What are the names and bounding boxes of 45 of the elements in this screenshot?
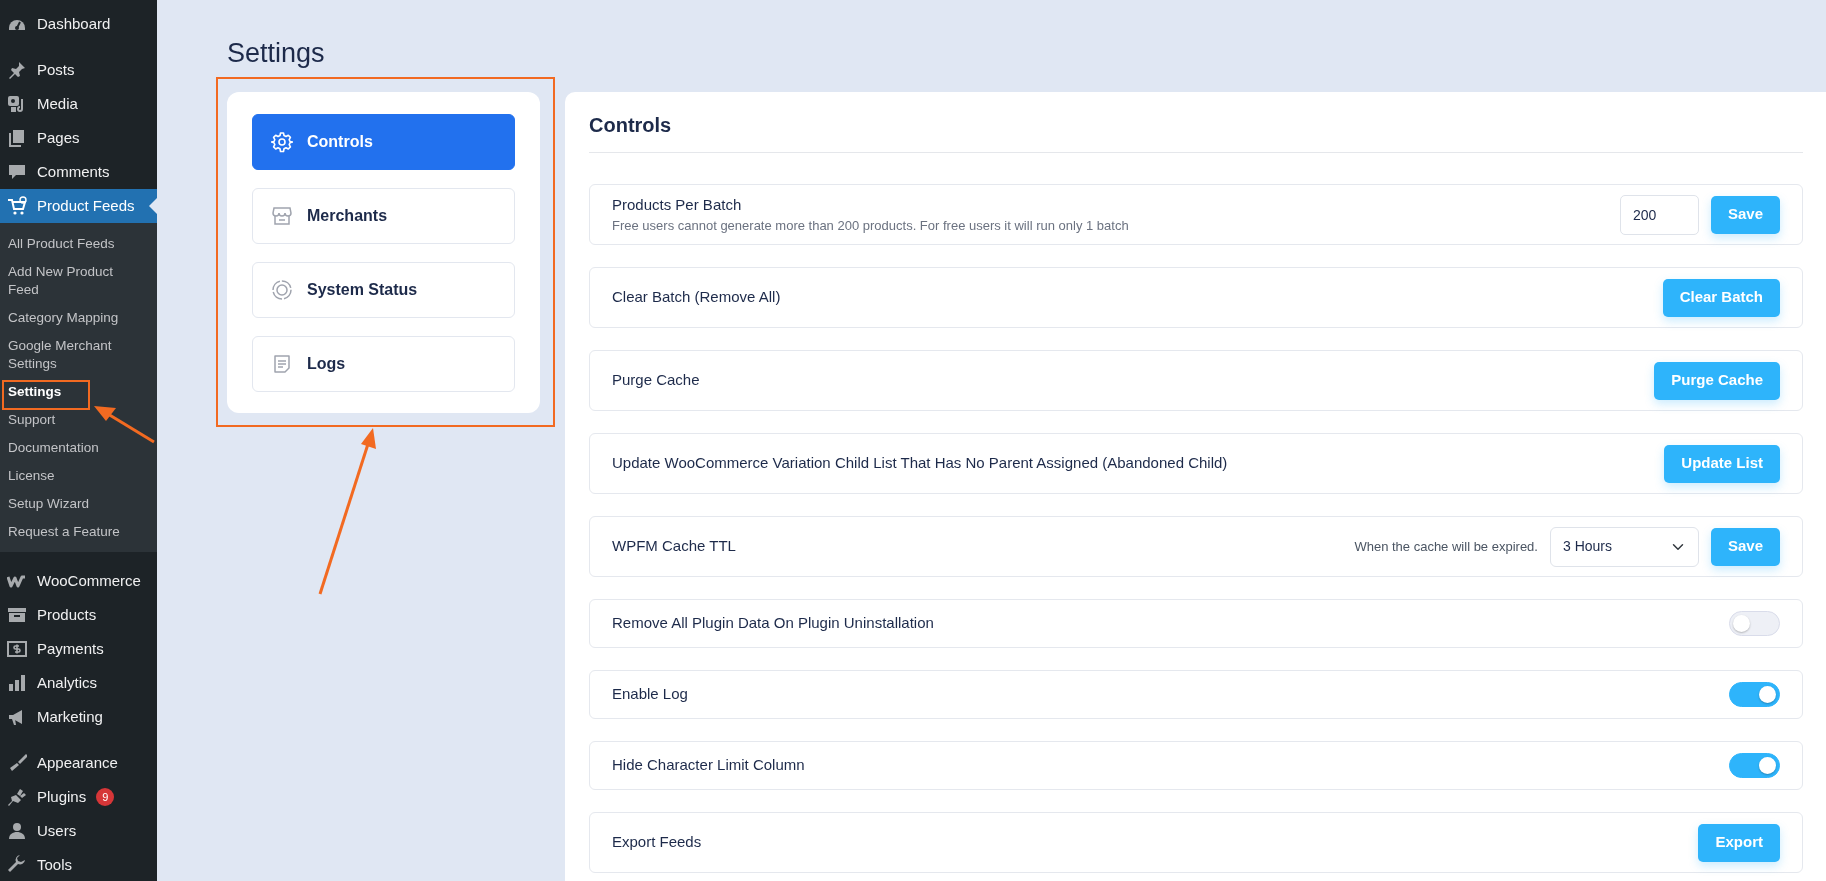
setting-description: Free users cannot generate more than 200 products. For free users it will run only 1 batch [612, 217, 1130, 235]
setting-label: WPFM Cache TTL [612, 536, 737, 557]
sidebar-item[interactable]: Pages [0, 121, 157, 155]
settings-tab[interactable]: Logs [252, 336, 515, 392]
submenu-item[interactable]: Request a Feature [0, 518, 157, 546]
submenu-item[interactable]: Category Mapping [0, 304, 157, 332]
setting-label: Remove All Plugin Data On Plugin Uninstallation [612, 613, 935, 634]
sidebar-item[interactable]: Appearance [0, 746, 157, 780]
setting-label: Enable Log [612, 684, 689, 705]
sidebar-item[interactable]: Media [0, 87, 157, 121]
sidebar-item[interactable]: Analytics [0, 666, 157, 700]
sidebar-item[interactable]: WooCommerce [0, 564, 157, 598]
sidebar-item[interactable]: Payments [0, 632, 157, 666]
settings-tab[interactable]: Controls [252, 114, 515, 170]
cache-ttl-select[interactable]: 3 Hours [1549, 526, 1699, 567]
sidebar-item[interactable]: Dashboard [0, 7, 157, 41]
submenu-item[interactable]: Support [0, 406, 157, 434]
submenu-item[interactable]: Settings [0, 378, 157, 406]
setting-label: Update WooCommerce Variation Child List That Has No Parent Assigned (Abandoned Child) [612, 453, 1229, 474]
setting-label: Products Per Batch [612, 194, 743, 215]
sidebar-item[interactable]: Plugins 9 [0, 780, 157, 814]
settings-tab[interactable]: System Status [252, 262, 515, 318]
setting-label: Hide Character Limit Column [612, 755, 806, 776]
panel-title: Controls [589, 108, 1803, 153]
sidebar-item[interactable]: Tools [0, 848, 157, 881]
submenu-item[interactable]: Add New Product Feed [0, 258, 157, 304]
submenu-item[interactable]: Documentation [0, 434, 157, 462]
page-title: Settings [227, 37, 326, 70]
settings-tab[interactable]: Merchants [252, 188, 515, 244]
setting-label: Purge Cache [612, 370, 701, 391]
number-field[interactable]: 200 [1619, 194, 1699, 235]
sidebar-item[interactable]: Product Feeds [0, 189, 157, 223]
setting-label: Export Feeds [612, 832, 703, 853]
hint-text: When the cache will be expired. [1354, 537, 1538, 556]
submenu-item[interactable]: All Product Feeds [0, 230, 157, 258]
sidebar-item[interactable]: Marketing [0, 700, 157, 734]
submenu-item[interactable]: License [0, 462, 157, 490]
count-badge: 9 [96, 788, 115, 806]
setting-label: Clear Batch (Remove All) [612, 287, 782, 308]
sidebar-item[interactable]: Posts [0, 53, 157, 87]
sidebar-item[interactable]: Products [0, 598, 157, 632]
submenu-item[interactable]: Google Merchant Settings [0, 332, 157, 378]
sidebar-item[interactable]: Comments [0, 155, 157, 189]
sidebar-item[interactable]: Users [0, 814, 157, 848]
submenu-item[interactable]: Setup Wizard [0, 490, 157, 518]
